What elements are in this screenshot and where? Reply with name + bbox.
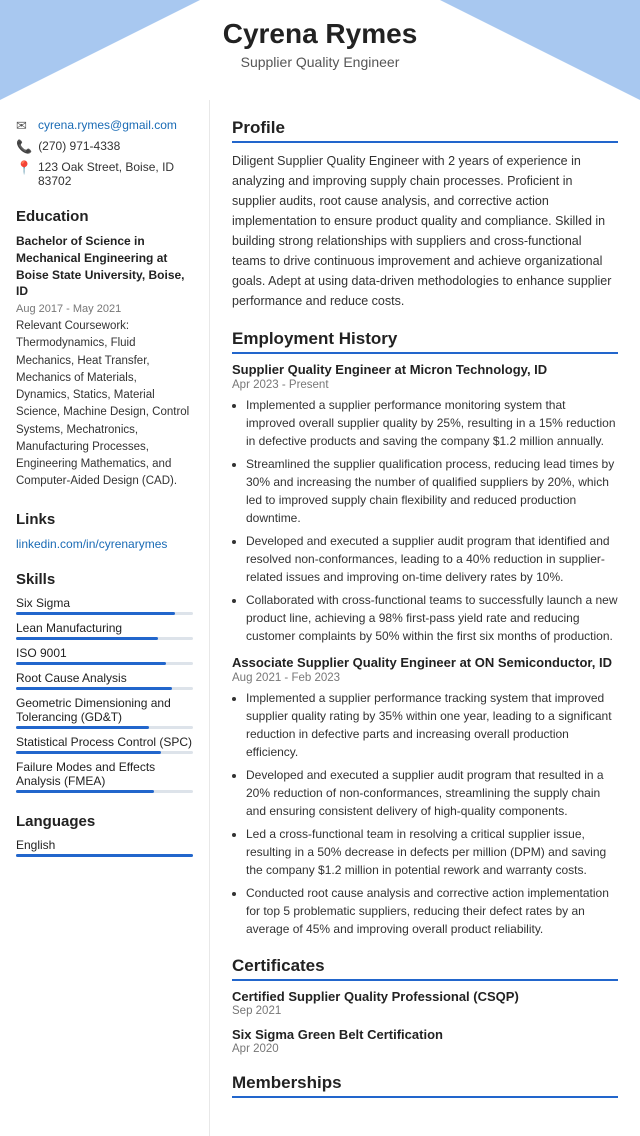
language-name: English <box>16 838 193 852</box>
profile-section: Profile Diligent Supplier Quality Engine… <box>232 118 618 311</box>
job-bullets: Implemented a supplier performance monit… <box>232 396 618 645</box>
coursework-label: Relevant Coursework: <box>16 320 129 332</box>
content-wrap: ✉ cyrena.rymes@gmail.com 📞 (270) 971-433… <box>0 100 640 1136</box>
certificates-section-title: Certificates <box>232 956 618 981</box>
job-bullet: Developed and executed a supplier audit … <box>246 766 618 820</box>
skill-bar-fill <box>16 726 149 729</box>
jobs-list: Supplier Quality Engineer at Micron Tech… <box>232 362 618 938</box>
languages-title: Languages <box>16 813 193 830</box>
skills-section: Skills Six Sigma Lean Manufacturing ISO … <box>16 571 193 793</box>
cert-entry: Certified Supplier Quality Professional … <box>232 989 618 1017</box>
phone-text: (270) 971-4338 <box>38 139 120 153</box>
certificates-section: Certificates Certified Supplier Quality … <box>232 956 618 1055</box>
address-text: 123 Oak Street, Boise, ID 83702 <box>38 160 193 188</box>
skill-name: Statistical Process Control (SPC) <box>16 735 193 749</box>
language-bar-bg <box>16 854 193 857</box>
skill-bar-fill <box>16 637 158 640</box>
memberships-section: Memberships <box>232 1073 618 1098</box>
skill-bar-fill <box>16 790 154 793</box>
edu-date: Aug 2017 - May 2021 <box>16 303 193 315</box>
sidebar: ✉ cyrena.rymes@gmail.com 📞 (270) 971-433… <box>0 100 210 1136</box>
skill-item: Six Sigma <box>16 596 193 615</box>
memberships-section-title: Memberships <box>232 1073 618 1098</box>
education-title: Education <box>16 208 193 225</box>
skill-bar-bg <box>16 662 193 665</box>
skill-name: Six Sigma <box>16 596 193 610</box>
job-bullet: Led a cross-functional team in resolving… <box>246 825 618 879</box>
skill-item: Lean Manufacturing <box>16 621 193 640</box>
skill-bar-bg <box>16 687 193 690</box>
cert-name: Certified Supplier Quality Professional … <box>232 989 618 1004</box>
job-bullet: Streamlined the supplier qualification p… <box>246 455 618 527</box>
job-entry: Associate Supplier Quality Engineer at O… <box>232 655 618 938</box>
skill-name: Geometric Dimensioning and Tolerancing (… <box>16 696 193 724</box>
skill-name: Failure Modes and Effects Analysis (FMEA… <box>16 760 193 788</box>
skill-bar-bg <box>16 637 193 640</box>
job-dates: Aug 2021 - Feb 2023 <box>232 672 618 684</box>
skill-name: ISO 9001 <box>16 646 193 660</box>
cert-entry: Six Sigma Green Belt Certification Apr 2… <box>232 1027 618 1055</box>
edu-coursework: Relevant Coursework: Thermodynamics, Flu… <box>16 318 193 491</box>
profile-section-title: Profile <box>232 118 618 143</box>
education-section: Education Bachelor of Science in Mechani… <box>16 208 193 491</box>
language-bar-fill <box>16 854 193 857</box>
cert-date: Apr 2020 <box>232 1043 618 1055</box>
skill-name: Lean Manufacturing <box>16 621 193 635</box>
coursework-text: Thermodynamics, Fluid Mechanics, Heat Tr… <box>16 337 189 487</box>
email-item: ✉ cyrena.rymes@gmail.com <box>16 118 193 134</box>
job-title: Supplier Quality Engineer at Micron Tech… <box>232 362 618 377</box>
skill-item: ISO 9001 <box>16 646 193 665</box>
skills-title: Skills <box>16 571 193 588</box>
languages-section: Languages English <box>16 813 193 857</box>
skill-bar-fill <box>16 662 166 665</box>
employment-section-title: Employment History <box>232 329 618 354</box>
skill-item: Geometric Dimensioning and Tolerancing (… <box>16 696 193 729</box>
candidate-name: Cyrena Rymes <box>0 18 640 50</box>
employment-section: Employment History Supplier Quality Engi… <box>232 329 618 938</box>
location-icon: 📍 <box>16 160 32 176</box>
job-bullet: Collaborated with cross-functional teams… <box>246 591 618 645</box>
job-dates: Apr 2023 - Present <box>232 379 618 391</box>
edu-degree: Bachelor of Science in Mechanical Engine… <box>16 233 193 300</box>
skill-item: Root Cause Analysis <box>16 671 193 690</box>
skill-bar-bg <box>16 751 193 754</box>
job-bullet: Conducted root cause analysis and correc… <box>246 884 618 938</box>
job-bullet: Implemented a supplier performance monit… <box>246 396 618 450</box>
links-section: Links linkedin.com/in/cyrenarymes <box>16 511 193 551</box>
skill-item: Statistical Process Control (SPC) <box>16 735 193 754</box>
header-background: Cyrena Rymes Supplier Quality Engineer <box>0 0 640 100</box>
job-title: Associate Supplier Quality Engineer at O… <box>232 655 618 670</box>
email-icon: ✉ <box>16 118 32 134</box>
skill-bar-bg <box>16 790 193 793</box>
certs-list: Certified Supplier Quality Professional … <box>232 989 618 1055</box>
cert-name: Six Sigma Green Belt Certification <box>232 1027 618 1042</box>
skills-list: Six Sigma Lean Manufacturing ISO 9001 Ro… <box>16 596 193 793</box>
main-content: Profile Diligent Supplier Quality Engine… <box>210 100 640 1136</box>
job-bullets: Implemented a supplier performance track… <box>232 689 618 938</box>
job-entry: Supplier Quality Engineer at Micron Tech… <box>232 362 618 645</box>
cert-date: Sep 2021 <box>232 1005 618 1017</box>
phone-item: 📞 (270) 971-4338 <box>16 139 193 155</box>
address-item: 📍 123 Oak Street, Boise, ID 83702 <box>16 160 193 188</box>
skill-bar-bg <box>16 612 193 615</box>
job-bullet: Developed and executed a supplier audit … <box>246 532 618 586</box>
job-bullet: Implemented a supplier performance track… <box>246 689 618 761</box>
header-content: Cyrena Rymes Supplier Quality Engineer <box>0 0 640 70</box>
skill-bar-bg <box>16 726 193 729</box>
phone-icon: 📞 <box>16 139 32 155</box>
linkedin-link[interactable]: linkedin.com/in/cyrenarymes <box>16 537 167 551</box>
skill-bar-fill <box>16 751 161 754</box>
links-title: Links <box>16 511 193 528</box>
contact-section: ✉ cyrena.rymes@gmail.com 📞 (270) 971-433… <box>16 118 193 188</box>
languages-list: English <box>16 838 193 857</box>
skill-item: Failure Modes and Effects Analysis (FMEA… <box>16 760 193 793</box>
language-item: English <box>16 838 193 857</box>
skill-name: Root Cause Analysis <box>16 671 193 685</box>
email-link[interactable]: cyrena.rymes@gmail.com <box>38 118 177 132</box>
profile-text: Diligent Supplier Quality Engineer with … <box>232 151 618 311</box>
candidate-title: Supplier Quality Engineer <box>0 54 640 70</box>
skill-bar-fill <box>16 612 175 615</box>
skill-bar-fill <box>16 687 172 690</box>
